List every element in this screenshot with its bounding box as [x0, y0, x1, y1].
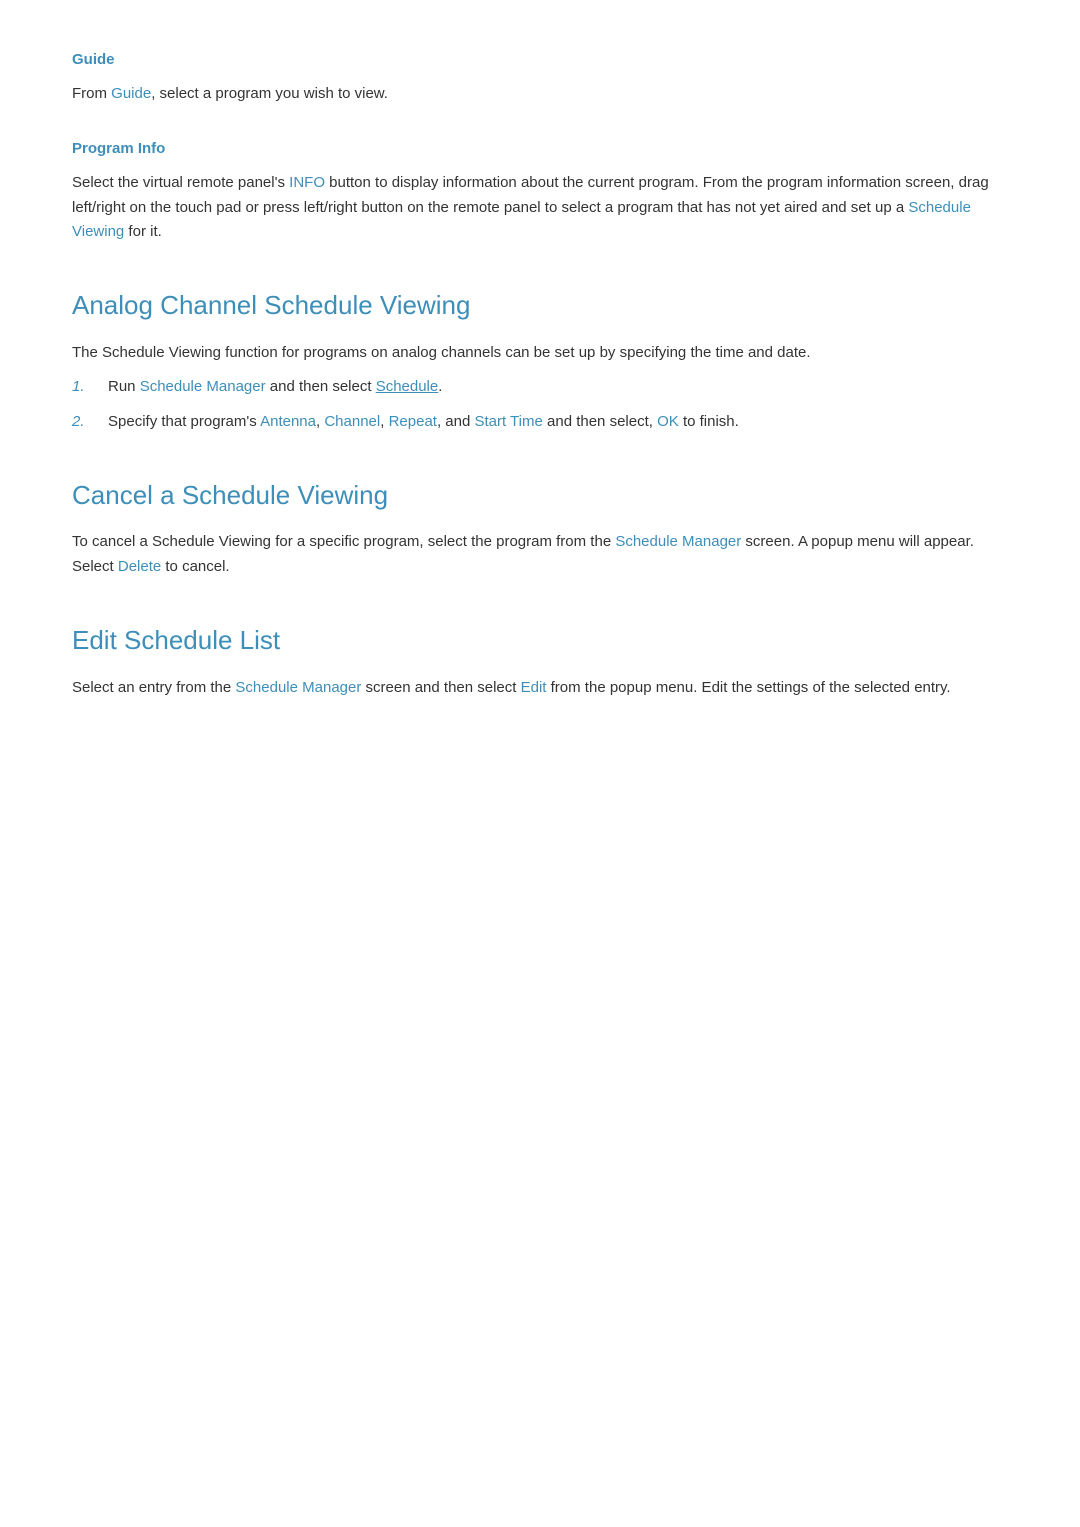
step-2-sep3: , and — [437, 413, 475, 430]
delete-link[interactable]: Delete — [118, 558, 161, 575]
cancel-schedule-suffix: to cancel. — [161, 558, 229, 575]
channel-link[interactable]: Channel — [324, 413, 380, 430]
program-info-prefix: Select the virtual remote panel's — [72, 174, 289, 191]
guide-body: From Guide, select a program you wish to… — [72, 82, 1008, 107]
ok-link[interactable]: OK — [657, 413, 679, 430]
schedule-manager-link-1[interactable]: Schedule Manager — [140, 378, 266, 395]
analog-channel-heading: Analog Channel Schedule Viewing — [72, 275, 1008, 327]
guide-link[interactable]: Guide — [111, 85, 151, 102]
step-2-sep2: , — [380, 413, 388, 430]
edit-schedule-body: Select an entry from the Schedule Manage… — [72, 676, 1008, 701]
program-info-heading: Program Info — [72, 137, 1008, 161]
step-2-middle: and then select, — [543, 413, 657, 430]
step-2-suffix: to finish. — [679, 413, 739, 430]
antenna-link[interactable]: Antenna — [260, 413, 316, 430]
cancel-schedule-body: To cancel a Schedule Viewing for a speci… — [72, 530, 1008, 580]
edit-schedule-prefix: Select an entry from the — [72, 679, 235, 696]
step-1-num: 1. — [72, 375, 108, 400]
program-info-suffix: for it. — [124, 223, 162, 240]
edit-link[interactable]: Edit — [521, 679, 547, 696]
edit-schedule-middle: screen and then select — [361, 679, 520, 696]
edit-schedule-section: Edit Schedule List Select an entry from … — [72, 610, 1008, 700]
info-link[interactable]: INFO — [289, 174, 325, 191]
step-1-suffix: . — [438, 378, 442, 395]
guide-body-suffix: , select a program you wish to view. — [151, 85, 388, 102]
analog-channel-steps: 1. Run Schedule Manager and then select … — [72, 375, 1008, 435]
step-1-prefix: Run — [108, 378, 140, 395]
step-2-content: Specify that program's Antenna, Channel,… — [108, 410, 739, 435]
cancel-schedule-heading: Cancel a Schedule Viewing — [72, 465, 1008, 517]
guide-body-prefix: From — [72, 85, 111, 102]
edit-schedule-suffix: from the popup menu. Edit the settings o… — [546, 679, 950, 696]
cancel-schedule-section: Cancel a Schedule Viewing To cancel a Sc… — [72, 465, 1008, 580]
program-info-body: Select the virtual remote panel's INFO b… — [72, 171, 1008, 245]
step-1-middle: and then select — [266, 378, 376, 395]
cancel-schedule-prefix: To cancel a Schedule Viewing for a speci… — [72, 533, 615, 550]
step-2-num: 2. — [72, 410, 108, 435]
analog-channel-intro: The Schedule Viewing function for progra… — [72, 341, 1008, 366]
step-2: 2. Specify that program's Antenna, Chann… — [72, 410, 1008, 435]
step-2-prefix: Specify that program's — [108, 413, 260, 430]
program-info-section: Program Info Select the virtual remote p… — [72, 137, 1008, 245]
guide-heading: Guide — [72, 48, 1008, 72]
schedule-link-1[interactable]: Schedule — [376, 378, 439, 395]
edit-schedule-heading: Edit Schedule List — [72, 610, 1008, 662]
start-time-link[interactable]: Start Time — [474, 413, 542, 430]
analog-channel-section: Analog Channel Schedule Viewing The Sche… — [72, 275, 1008, 435]
step-1-content: Run Schedule Manager and then select Sch… — [108, 375, 442, 400]
step-1: 1. Run Schedule Manager and then select … — [72, 375, 1008, 400]
repeat-link[interactable]: Repeat — [389, 413, 437, 430]
schedule-manager-link-2[interactable]: Schedule Manager — [615, 533, 741, 550]
guide-section: Guide From Guide, select a program you w… — [72, 48, 1008, 107]
schedule-manager-link-3[interactable]: Schedule Manager — [235, 679, 361, 696]
